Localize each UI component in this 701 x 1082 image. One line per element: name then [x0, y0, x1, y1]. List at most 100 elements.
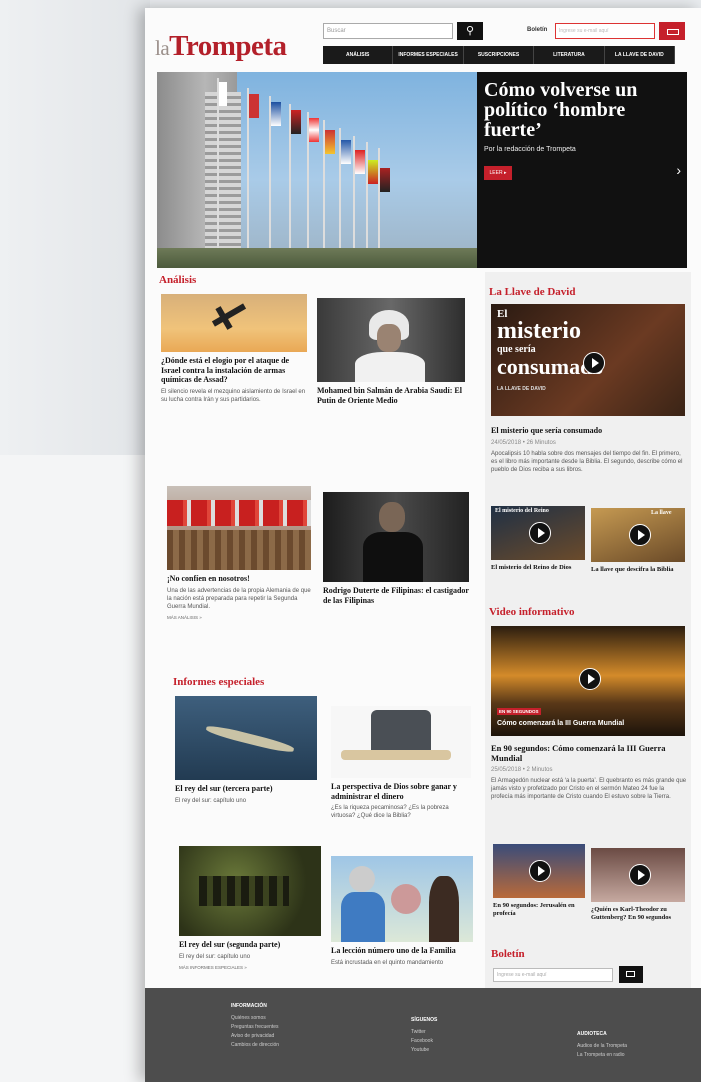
video-title[interactable]: En 90 segundos: Cómo comenzará la III Gu…: [491, 743, 687, 763]
search-input[interactable]: Buscar: [323, 23, 453, 39]
article-card[interactable]: ¿Dónde está el elogio por el ataque de I…: [161, 294, 307, 404]
footer-link[interactable]: Preguntas frecuentes: [231, 1023, 279, 1032]
section-heading-llave[interactable]: La Llave de David: [489, 286, 575, 298]
article-title[interactable]: Rodrigo Duterte de Filipinas: el castiga…: [323, 586, 469, 605]
soldiers-jungle-image: [179, 846, 321, 936]
video-title[interactable]: La llave que descifra la Biblia: [591, 566, 685, 574]
search-button[interactable]: ⚲: [457, 22, 483, 40]
nav-item-analisis[interactable]: ANÁLISIS: [323, 46, 394, 64]
article-title[interactable]: Mohamed bin Salmán de Arabia Saudí: El P…: [317, 386, 465, 405]
section-heading-informes[interactable]: Informes especiales: [173, 676, 264, 688]
hero-banner[interactable]: Cómo volverse un político ‘hombre fuerte…: [157, 72, 687, 268]
boletin-email-input[interactable]: Ingrese su e-mail aquí: [555, 23, 655, 39]
small-video-card[interactable]: La llave La llave que descifra la Biblia: [591, 508, 685, 574]
chevron-right-icon[interactable]: ›: [676, 162, 681, 178]
section-heading-analisis[interactable]: Análisis: [159, 274, 196, 286]
play-icon[interactable]: [629, 864, 651, 886]
boletin-sidebar-input[interactable]: Ingrese su e-mail aquí: [493, 968, 613, 982]
play-icon[interactable]: [529, 860, 551, 882]
article-title[interactable]: El rey del sur (tercera parte): [175, 784, 317, 794]
play-icon[interactable]: [579, 668, 601, 690]
footer-link[interactable]: Cambios de dirección: [231, 1041, 279, 1050]
article-summary: ¿Es la riqueza pecaminosa? ¿Es la pobrez…: [331, 805, 449, 819]
nav-item-informes[interactable]: INFORMES ESPECIALES: [393, 46, 464, 64]
video-overlay-text: La llave: [651, 510, 672, 516]
hero-title[interactable]: Cómo volverse un político ‘hombre fuerte…: [484, 80, 679, 140]
video-title[interactable]: En 90 segundos: Jerusalén en profecía: [493, 902, 585, 918]
video-title[interactable]: El misterio que sería consumado: [491, 426, 687, 436]
fighter-jet-image: [161, 294, 307, 352]
footer-link[interactable]: La Trompeta en radio: [577, 1051, 627, 1060]
nav-item-literatura[interactable]: LITERATURA: [534, 46, 605, 64]
nav-item-suscripciones[interactable]: SUSCRIPCIONES: [464, 46, 535, 64]
mother: [429, 876, 459, 942]
site-logo[interactable]: laTrompeta: [155, 30, 287, 63]
section-heading-boletin[interactable]: Boletín: [491, 948, 525, 960]
play-icon[interactable]: [529, 522, 551, 544]
video-overlay-text: misterio: [497, 318, 581, 344]
video-banner-text: Cómo comenzará la III Guerra Mundial: [497, 720, 625, 727]
footer-column-siguenos: SÍGUENOS Twitter Facebook Youtube: [411, 1016, 437, 1055]
footer-link[interactable]: Aviso de privacidad: [231, 1032, 279, 1041]
article-card[interactable]: Rodrigo Duterte de Filipinas: el castiga…: [323, 492, 469, 605]
article-title[interactable]: ¿Dónde está el elogio por el ataque de I…: [161, 356, 307, 385]
video-overlay-text: El misterio del Reino: [495, 508, 549, 514]
more-informes-link[interactable]: MÁS INFORMES ESPECIALES »: [179, 965, 321, 970]
flag: [355, 150, 365, 174]
small-video-card[interactable]: En 90 segundos: Jerusalén en profecía: [493, 844, 585, 918]
article-summary: El rey del sur: capítulo uno: [179, 953, 251, 960]
video-title[interactable]: El misterio del Reino de Dios: [491, 564, 585, 572]
small-video-card[interactable]: ¿Quién es Karl-Theodor zu Guttenberg? En…: [591, 848, 685, 922]
footer-link[interactable]: Youtube: [411, 1046, 437, 1055]
small-video-card[interactable]: El misterio del Reino El misterio del Re…: [491, 506, 585, 572]
article-title[interactable]: El rey del sur (segunda parte): [179, 940, 321, 950]
grandpa-head: [349, 866, 375, 892]
footer-link[interactable]: Twitter: [411, 1028, 437, 1037]
main-nav: ANÁLISIS INFORMES ESPECIALES SUSCRIPCION…: [323, 46, 676, 64]
duterte-image: [323, 492, 469, 582]
nav-item-llave[interactable]: LA LLAVE DE DAVID: [605, 46, 676, 64]
article-card[interactable]: Mohamed bin Salmán de Arabia Saudí: El P…: [317, 298, 465, 405]
video-informativo-thumbnail[interactable]: EN 90 SEGUNDOS Cómo comenzará la III Gue…: [491, 626, 685, 736]
video-thumbnail: [493, 844, 585, 898]
hero-read-button[interactable]: LEER ▸: [484, 166, 512, 180]
video-thumbnail: El misterio del Reino: [491, 506, 585, 560]
video-thumbnail: La llave: [591, 508, 685, 562]
boletin-sidebar-button[interactable]: [619, 966, 643, 983]
footer-link[interactable]: Quiénes somos: [231, 1014, 279, 1023]
article-card[interactable]: La lección número uno de la Familia Está…: [331, 856, 473, 967]
section-heading-video[interactable]: Video informativo: [489, 606, 574, 618]
background-left-lower: [0, 455, 150, 1082]
footer-column-audioteca: AUDIOTECA Audios de la Trompeta La Tromp…: [577, 1030, 627, 1060]
video-informativo-info: En 90 segundos: Cómo comenzará la III Gu…: [491, 740, 687, 801]
article-card[interactable]: ¡No confíen en nosotros! Una de las adve…: [167, 486, 311, 620]
child: [391, 884, 421, 914]
missile-shape: [205, 723, 295, 755]
llave-video-thumbnail[interactable]: El misterio que sería consumado LA LLAVE…: [491, 304, 685, 416]
video-title[interactable]: ¿Quién es Karl-Theodor zu Guttenberg? En…: [591, 906, 685, 922]
article-title[interactable]: La perspectiva de Dios sobre ganar y adm…: [331, 782, 471, 801]
hero-image: [157, 72, 477, 268]
play-icon[interactable]: [583, 352, 605, 374]
footer-link[interactable]: Facebook: [411, 1037, 437, 1046]
article-title[interactable]: La lección número uno de la Familia: [331, 946, 473, 956]
footer-link[interactable]: Audios de la Trompeta: [577, 1042, 627, 1051]
hero-ground: [157, 248, 477, 268]
article-card[interactable]: La perspectiva de Dios sobre ganar y adm…: [331, 706, 471, 820]
site-footer: INFORMACIÓN Quiénes somos Preguntas frec…: [145, 988, 701, 1082]
article-summary: Una de las advertencias de la propia Ale…: [167, 587, 311, 610]
article-title[interactable]: ¡No confíen en nosotros!: [167, 574, 311, 584]
boletin-label: Boletín: [527, 27, 548, 33]
flagpole: [217, 78, 219, 268]
video-meta: 24/05/2018 • 26 Minutos: [491, 439, 556, 446]
play-icon[interactable]: [629, 524, 651, 546]
video-thumbnail: [591, 848, 685, 902]
flag: [309, 118, 319, 142]
article-card[interactable]: El rey del sur (segunda parte) El rey de…: [179, 846, 321, 970]
search-icon: ⚲: [465, 25, 475, 37]
more-analisis-link[interactable]: MÁS ANÁLISIS »: [167, 615, 311, 620]
boletin-submit-button[interactable]: [659, 22, 685, 40]
article-card[interactable]: El rey del sur (tercera parte) El rey de…: [175, 696, 317, 805]
flag: [219, 82, 227, 106]
footer-heading: AUDIOTECA: [577, 1031, 607, 1037]
